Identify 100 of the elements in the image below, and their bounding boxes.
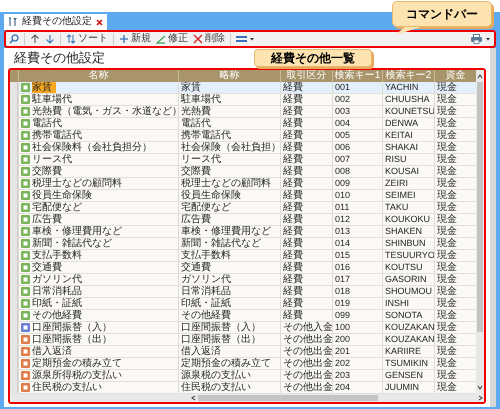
table-cell: 現金 xyxy=(437,346,457,357)
table-cell: TESUURYO xyxy=(385,250,434,261)
table-cell: 010 xyxy=(335,190,350,201)
table-cell: SHOUMOU xyxy=(385,286,432,297)
row-header[interactable] xyxy=(10,154,18,165)
row-header[interactable] xyxy=(10,166,18,177)
table-cell: 099 xyxy=(335,310,350,321)
table-cell: 016 xyxy=(335,262,350,273)
table-row[interactable]: その他経費 その他経費 経費 099 SONOTA 現金 xyxy=(10,310,476,322)
row-header[interactable] xyxy=(10,190,18,201)
table-cell: 経費 xyxy=(283,274,303,285)
table-cell: 001 xyxy=(335,82,350,93)
table-cell: 光熱費 xyxy=(181,106,211,117)
row-header[interactable] xyxy=(10,334,18,345)
table-cell: 経費 xyxy=(283,202,303,213)
scroll-left-icon[interactable] xyxy=(190,395,198,401)
table-cell: 経費 xyxy=(283,286,303,297)
table-cell: 経費 xyxy=(283,262,303,273)
table-cell: 住民税の支払い xyxy=(32,382,102,393)
row-header[interactable] xyxy=(10,238,18,249)
table-cell: 日常消耗品 xyxy=(32,286,82,297)
row-header[interactable] xyxy=(10,82,18,93)
row-header[interactable] xyxy=(10,346,18,357)
table-cell: 社会保険料（会社負担分） xyxy=(32,142,152,153)
row-header[interactable] xyxy=(10,94,18,105)
table-cell: 印紙・証紙 xyxy=(181,298,231,309)
row-header[interactable] xyxy=(10,358,18,369)
row-header[interactable] xyxy=(10,202,18,213)
tab-title: 経費その他設定 xyxy=(22,16,92,28)
table-cell: 005 xyxy=(335,130,350,141)
document-tab[interactable]: 経費その他設定 xyxy=(4,14,107,30)
table-cell: 現金 xyxy=(437,142,457,153)
table-row[interactable]: 役員生命保険 役員生命保険 経費 010 SEIMEI 現金 xyxy=(10,190,476,202)
table-cell: 支払手数料 xyxy=(181,250,231,261)
horizontal-scrollbar[interactable] xyxy=(10,394,484,402)
table-cell: 013 xyxy=(335,226,350,237)
row-header[interactable] xyxy=(10,370,18,381)
delete-button[interactable]: 削除 xyxy=(193,33,225,45)
row-header[interactable] xyxy=(10,178,18,189)
table-cell: 車検・修理費用など xyxy=(32,226,122,237)
sort-button[interactable]: ソート xyxy=(66,33,108,45)
table-cell: 現金 xyxy=(437,286,457,297)
plus-icon xyxy=(119,34,129,44)
table-row[interactable]: 印紙・証紙 印紙・証紙 経費 019 INSHI 現金 xyxy=(10,298,476,310)
row-header[interactable] xyxy=(10,106,18,117)
row-header[interactable] xyxy=(10,118,18,129)
new-button[interactable]: 新規 xyxy=(119,33,151,45)
row-header[interactable] xyxy=(10,310,18,321)
table-row[interactable]: リース代 リース代 経費 007 RISU 現金 xyxy=(10,154,476,166)
table-cell: 経費 xyxy=(283,142,303,153)
row-header[interactable] xyxy=(10,382,18,393)
table-cell: 012 xyxy=(335,214,350,225)
table-cell: 現金 xyxy=(437,238,457,249)
table-cell: 007 xyxy=(335,154,350,165)
page-scrollbar[interactable] xyxy=(490,48,496,407)
close-icon[interactable] xyxy=(96,18,103,26)
edit-button[interactable]: 修正 xyxy=(156,33,188,45)
row-header[interactable] xyxy=(10,214,18,225)
row-header[interactable] xyxy=(10,142,18,153)
row-header[interactable] xyxy=(10,286,18,297)
search-icon[interactable] xyxy=(9,34,19,44)
printer-icon[interactable] xyxy=(471,34,491,44)
table-row[interactable]: 車検・修理費用など 車検・修理費用など 経費 013 SHAKEN 現金 xyxy=(10,226,476,238)
up-arrow-icon[interactable] xyxy=(30,34,40,44)
table-cell: 現金 xyxy=(437,274,457,285)
table-cell: 019 xyxy=(335,298,350,309)
row-header[interactable] xyxy=(10,322,18,333)
table-row[interactable]: 光熱費（電気・ガス・水道など）光熱費 経費 003 KOUNETSU 現金 xyxy=(10,106,476,118)
table-cell: 現金 xyxy=(437,262,457,273)
table-cell: 004 xyxy=(335,118,350,129)
row-header[interactable] xyxy=(10,298,18,309)
table-cell: 経費 xyxy=(283,166,303,177)
row-header[interactable] xyxy=(10,274,18,285)
table-cell: 現金 xyxy=(437,94,457,105)
row-header[interactable] xyxy=(10,130,18,141)
table-cell: 現金 xyxy=(437,178,457,189)
vertical-scrollbar[interactable] xyxy=(476,70,484,394)
table-cell: 現金 xyxy=(437,310,457,321)
table-cell: 204 xyxy=(335,382,350,393)
row-header[interactable] xyxy=(10,262,18,273)
table-cell: ガソリン代 xyxy=(181,274,231,285)
table-cell: 014 xyxy=(335,238,350,249)
layout-icon[interactable] xyxy=(236,34,254,44)
table-cell: 電話代 xyxy=(32,118,62,129)
table-row[interactable]: 日常消耗品 日常消耗品 経費 018 SHOUMOU 現金 xyxy=(10,286,476,298)
table-row[interactable]: 電話代 電話代 経費 004 DENWA 現金 xyxy=(10,118,476,130)
scroll-right-icon[interactable] xyxy=(476,395,484,401)
table-cell: SHINBUN xyxy=(385,238,426,249)
table-row[interactable]: 社会保険料（会社負担分） 社会保険（会社負担） 経費 006 SHAKAI 現金 xyxy=(10,142,476,154)
table-row[interactable]: 支払手数料 支払手数料 経費 015 TESUURYO 現金 xyxy=(10,250,476,262)
table-cell: 現金 xyxy=(437,130,457,141)
row-header[interactable] xyxy=(10,250,18,261)
table-cell: 現金 xyxy=(437,82,457,93)
table-cell: YACHIN xyxy=(385,82,418,93)
table-cell: 現金 xyxy=(437,214,457,225)
down-arrow-icon[interactable] xyxy=(45,34,55,44)
table-row[interactable]: ガソリン代 ガソリン代 経費 017 GASORIN 現金 xyxy=(10,274,476,286)
table-cell: 現金 xyxy=(437,154,457,165)
row-header[interactable] xyxy=(10,226,18,237)
sort-icon xyxy=(66,34,76,44)
